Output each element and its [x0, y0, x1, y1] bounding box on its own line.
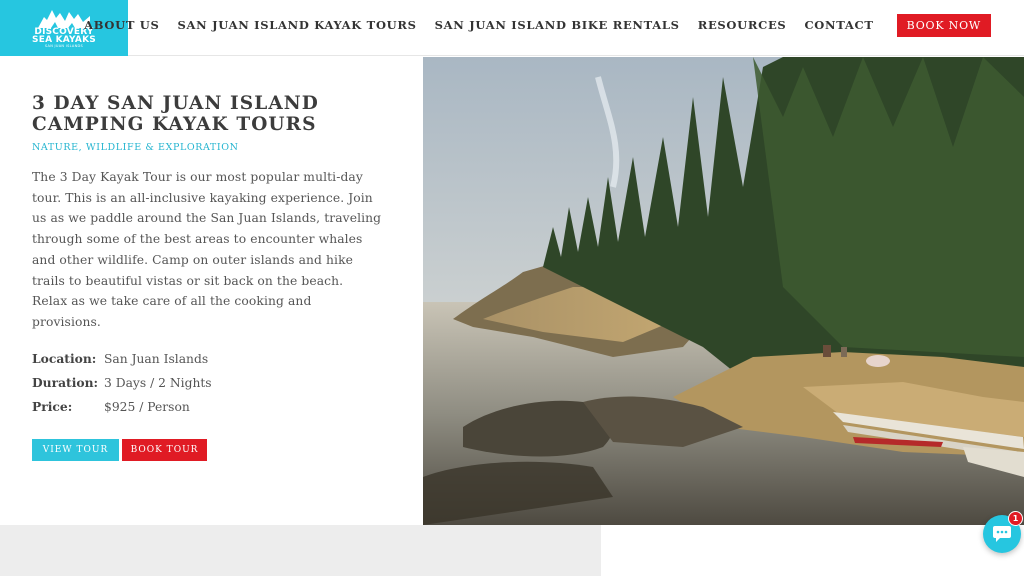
nav-contact[interactable]: CONTACT — [804, 18, 873, 32]
chat-icon — [993, 526, 1011, 542]
fact-label: Location: — [32, 350, 97, 366]
book-now-button[interactable]: BOOK NOW — [896, 13, 991, 37]
nav-bike-rentals[interactable]: SAN JUAN ISLAND BIKE RENTALS — [435, 18, 680, 32]
fact-label: Price: — [32, 398, 73, 414]
main-nav: ABOUT US SAN JUAN ISLAND KAYAK TOURS SAN… — [66, 0, 1024, 50]
nav-about-us[interactable]: ABOUT US — [84, 18, 159, 32]
tour-info: 3 DAY SAN JUAN ISLAND CAMPING KAYAK TOUR… — [32, 93, 382, 461]
tour-subtitle: NATURE, WILDLIFE & EXPLORATION — [32, 142, 239, 153]
view-tour-button[interactable]: VIEW TOUR — [32, 438, 119, 461]
next-section-right — [601, 525, 1024, 576]
next-section-left — [0, 525, 601, 576]
tour-photo — [423, 57, 1024, 525]
page-title: 3 DAY SAN JUAN ISLAND CAMPING KAYAK TOUR… — [32, 93, 382, 135]
book-tour-button[interactable]: BOOK TOUR — [122, 438, 207, 461]
fact-price: Price: $925 / Person — [32, 395, 382, 419]
fact-value: San Juan Islands — [104, 351, 209, 366]
tour-facts: Location: San Juan Islands Duration: 3 D… — [32, 347, 382, 419]
title-line-2: CAMPING KAYAK TOURS — [32, 114, 317, 135]
fact-label: Duration: — [32, 374, 99, 390]
fact-value: 3 Days / 2 Nights — [104, 375, 212, 390]
fact-value: $925 / Person — [104, 399, 190, 414]
nav-resources[interactable]: RESOURCES — [698, 18, 787, 32]
chat-notification-badge: 1 — [1008, 511, 1023, 526]
tour-description: The 3 Day Kayak Tour is our most popular… — [32, 170, 382, 329]
tour-actions: VIEW TOUR BOOK TOUR — [32, 438, 382, 461]
nav-kayak-tours[interactable]: SAN JUAN ISLAND KAYAK TOURS — [178, 18, 417, 32]
title-line-1: 3 DAY SAN JUAN ISLAND — [32, 93, 319, 114]
site-header: Discovery Sea Kayaks SAN JUAN ISLANDS AB… — [0, 0, 1024, 56]
fact-duration: Duration: 3 Days / 2 Nights — [32, 371, 382, 395]
fact-location: Location: San Juan Islands — [32, 347, 382, 371]
